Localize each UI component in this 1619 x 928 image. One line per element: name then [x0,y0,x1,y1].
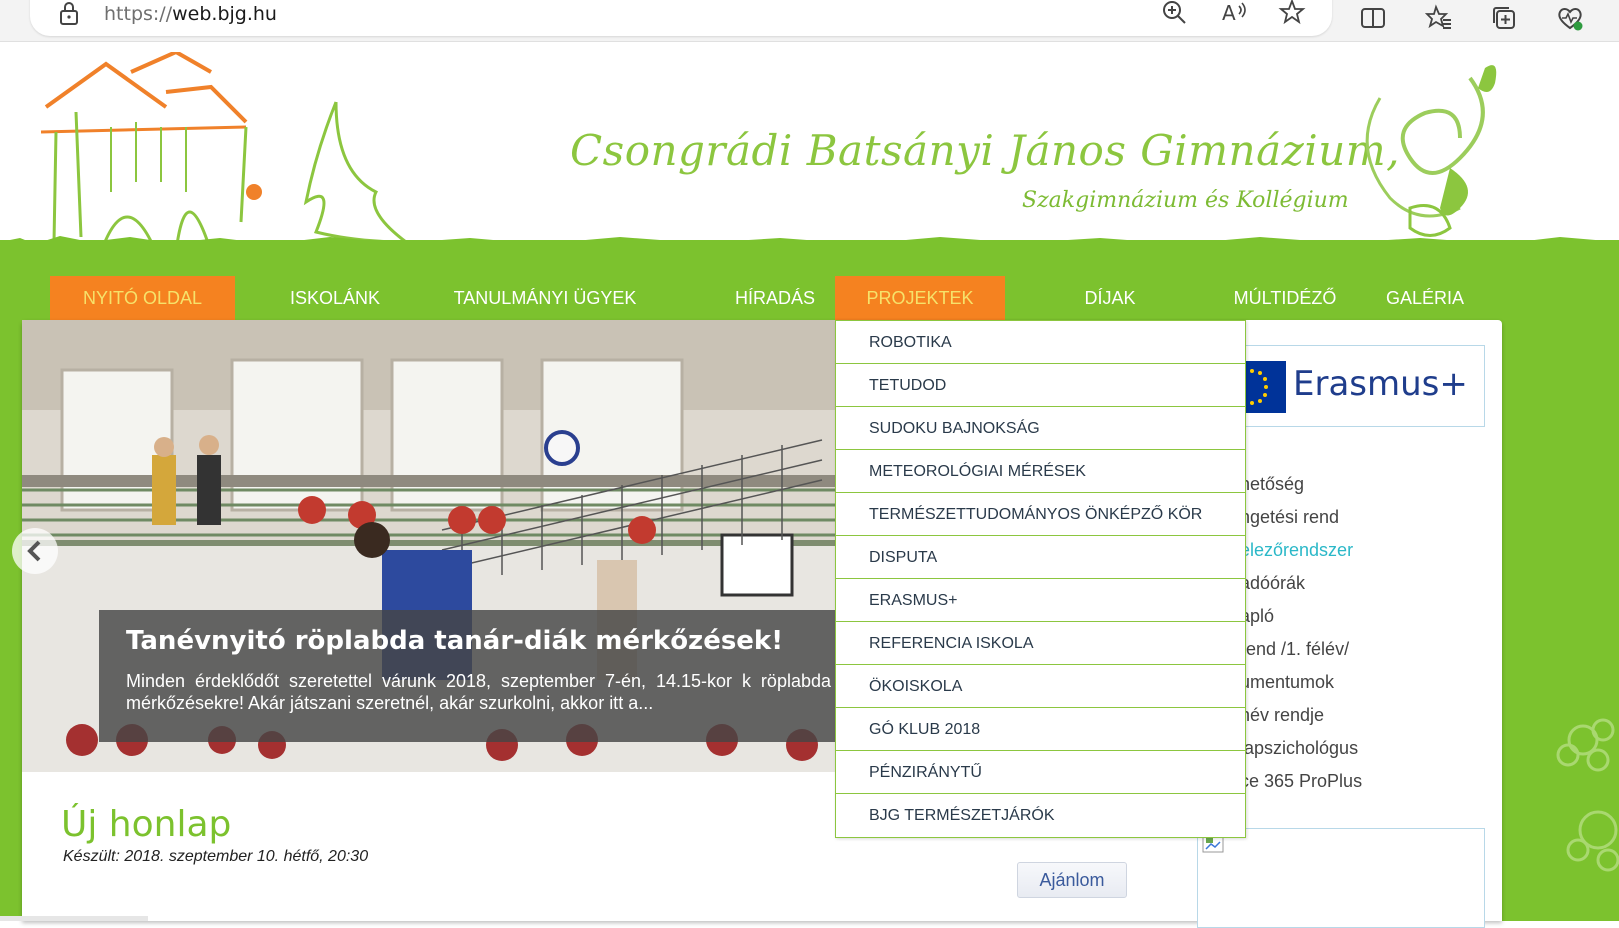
flower-decoration-icon [1556,718,1619,872]
dropdown-item-termeszetjarok[interactable]: BJG TERMÉSZETJÁRÓK [836,794,1245,837]
dropdown-item-robotika[interactable]: ROBOTIKA [836,321,1245,364]
url-protocol: https:// [104,3,173,25]
article-date: Készült: 2018. szeptember 10. hétfő, 20:… [63,848,369,865]
address-bar[interactable]: https://web.bjg.hu A [30,0,1332,36]
recommend-button[interactable]: Ajánlom [1017,862,1127,898]
sidebar-link[interactable]: rend /1. félév/ [1240,639,1349,660]
dropdown-item-tetudod[interactable]: TETUDOD [836,364,1245,407]
sidebar-link[interactable]: ngetési rend [1240,507,1339,528]
site-subtitle: Szakgimnázium és Kollégium [1022,188,1349,213]
sidebar-link[interactable]: umentumok [1240,672,1334,693]
zoom-icon[interactable] [1160,0,1188,26]
nav-item-nyito-oldal[interactable]: NYITÓ OLDAL [50,276,235,320]
favorites-icon[interactable] [1424,4,1453,32]
slide-caption-title[interactable]: Tanévnyitó röplabda tanár-diák mérkőzése… [126,626,783,656]
nav-item-galeria[interactable]: GALÉRIA [1350,276,1500,320]
collections-icon[interactable] [1490,4,1518,32]
nav-item-tanulmanyi-ugyek[interactable]: TANULMÁNYI ÜGYEK [440,276,650,320]
slide-caption[interactable]: Tanévnyitó röplabda tanár-diák mérkőzése… [99,610,837,742]
dropdown-item-sudoku[interactable]: SUDOKU BAJNOKSÁG [836,407,1245,450]
article-title[interactable]: Új honlap [61,804,231,845]
nav-item-dijak[interactable]: DÍJAK [1050,276,1170,320]
erasmus-label: Erasmus+ [1293,364,1468,404]
url-host: web.bjg.hu [172,3,277,25]
url-text[interactable]: https://web.bjg.hu [104,3,277,25]
dropdown-item-disputa[interactable]: DISPUTA [836,536,1245,579]
slider-prev-button[interactable] [12,528,58,574]
dropdown-item-termeszettudomanyos[interactable]: TERMÉSZETTUDOMÁNYOS ÖNKÉPZŐ KÖR [836,493,1245,536]
site-header: Csongrádi Batsányi János Gimnázium, Szak… [0,42,1619,252]
dropdown-item-erasmus[interactable]: ERASMUS+ [836,579,1245,622]
nav-item-iskolank[interactable]: ISKOLÁNK [270,276,400,320]
school-building-logo[interactable] [36,52,426,252]
projektek-dropdown-menu: ROBOTIKA TETUDOD SUDOKU BAJNOKSÁG METEOR… [835,320,1246,838]
sidebar-link[interactable]: hetőség [1240,474,1304,495]
chevron-left-icon [27,540,41,562]
split-screen-icon[interactable] [1359,4,1387,32]
sidebar-image-box [1197,828,1485,928]
dropdown-item-okoiskola[interactable]: ÖKOISKOLA [836,665,1245,708]
lock-icon[interactable] [58,0,80,26]
slide-caption-text: Minden érdeklődőt szeretettel várunk 201… [126,671,831,713]
sidebar-link[interactable]: elezőrendszer [1240,540,1353,561]
sidebar-link[interactable]: lapszichológus [1240,738,1358,759]
dropdown-item-referencia-iskola[interactable]: REFERENCIA ISKOLA [836,622,1245,665]
dropdown-item-penziranytu[interactable]: PÉNZIRÁNYTŰ [836,751,1245,794]
sidebar-link[interactable]: adóórák [1240,573,1305,594]
nav-item-projektek[interactable]: PROJEKTEK [835,276,1005,320]
favorite-star-icon[interactable] [1278,0,1306,26]
svg-text:A: A [1222,1,1236,25]
horizontal-scrollbar[interactable] [0,916,148,921]
sidebar-link[interactable]: ce 365 ProPlus [1240,771,1362,792]
grass-divider [0,236,1619,258]
sidebar-link[interactable]: név rendje [1240,705,1324,726]
browser-essentials-icon[interactable] [1556,4,1584,32]
site-title: Csongrádi Batsányi János Gimnázium, [570,126,1400,175]
read-aloud-icon[interactable]: A [1220,0,1248,26]
dropdown-item-go-klub[interactable]: GÓ KLUB 2018 [836,708,1245,751]
dropdown-item-meteorologia[interactable]: METEOROLÓGIAI MÉRÉSEK [836,450,1245,493]
nav-item-hiradas[interactable]: HÍRADÁS [700,276,850,320]
browser-toolbar: https://web.bjg.hu A [0,0,1619,42]
